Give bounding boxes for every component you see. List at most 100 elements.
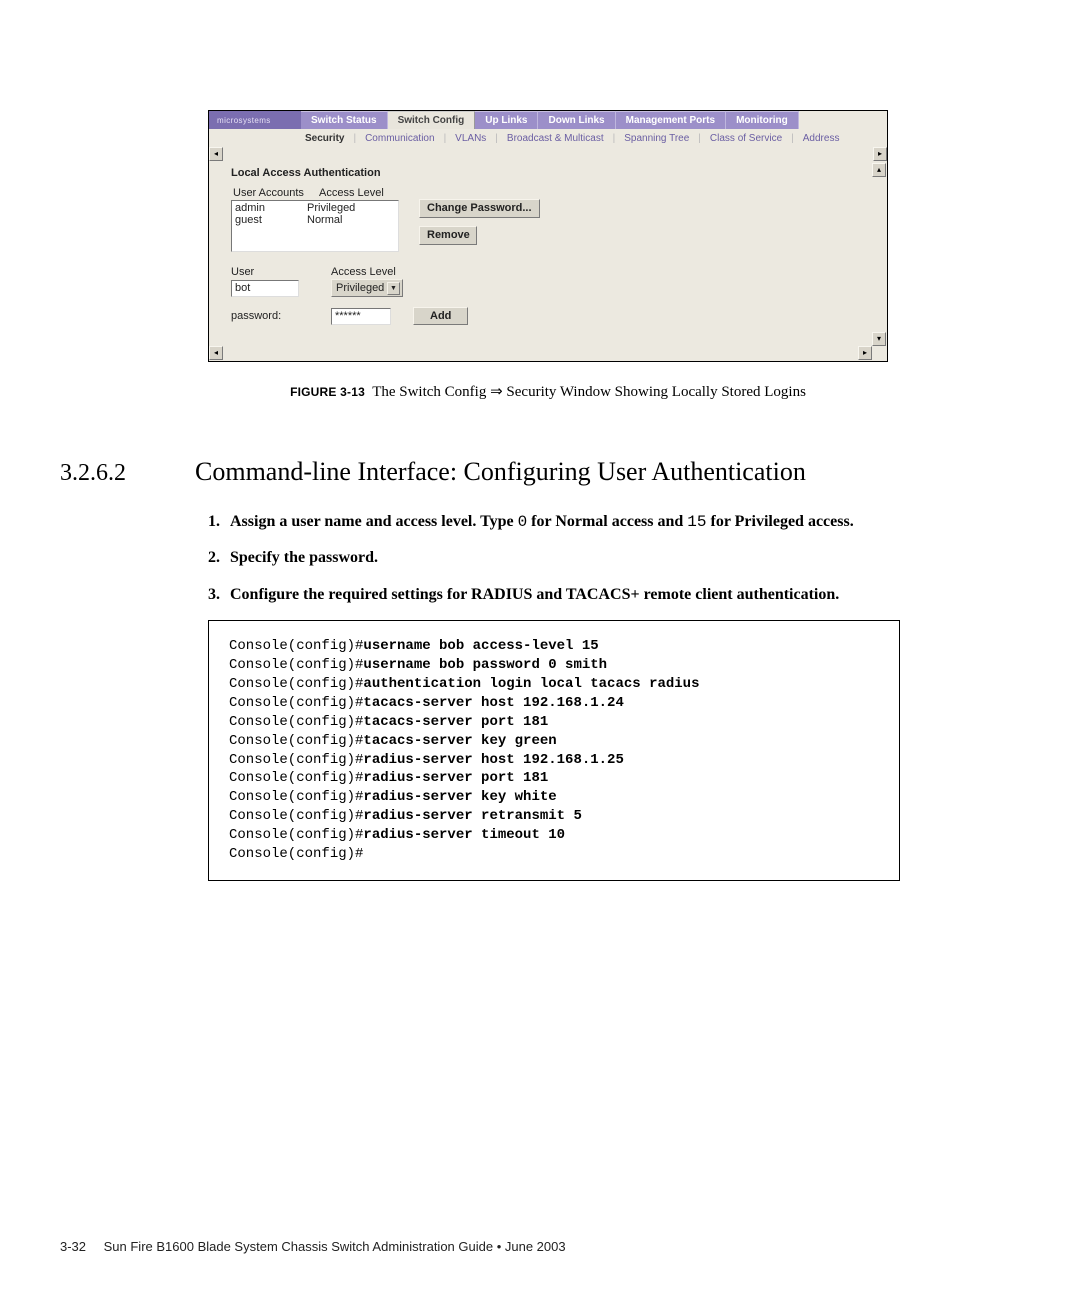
console-prompt: Console(config)# — [229, 846, 363, 862]
step-text: for Normal access and — [527, 513, 687, 530]
console-prompt: Console(config)# — [229, 733, 363, 749]
change-password-button[interactable]: Change Password... — [419, 199, 540, 218]
step-text: Specify the password. — [230, 547, 378, 569]
figure-caption-text: The Switch Config ⇒ Security Window Show… — [372, 384, 806, 400]
console-prompt: Console(config)# — [229, 770, 363, 786]
list-item-level: Normal — [307, 214, 342, 226]
password-label: password: — [231, 310, 325, 322]
ui-panel: microsystems Switch Status Switch Config… — [208, 110, 888, 362]
access-level-value: Privileged — [336, 282, 384, 294]
step-code: 15 — [687, 513, 706, 531]
subtab-address[interactable]: Address — [801, 133, 842, 144]
console-prompt: Console(config)# — [229, 827, 363, 843]
list-item[interactable]: admin Privileged — [235, 202, 395, 214]
tab-switch-config[interactable]: Switch Config — [388, 111, 476, 129]
subtab-spanning-tree[interactable]: Spanning Tree — [622, 133, 691, 144]
scroll-down-icon[interactable]: ▾ — [872, 332, 886, 346]
step-text: for Privileged access. — [707, 513, 854, 530]
header-user-accounts: User Accounts — [233, 187, 311, 199]
step-item: 1. Assign a user name and access level. … — [208, 511, 940, 533]
header-access-level: Access Level — [319, 187, 384, 199]
code-block: Console(config)#username bob access-leve… — [208, 620, 900, 881]
console-cmd: tacacs-server host 192.168.1.24 — [363, 695, 623, 711]
section-title: Local Access Authentication — [231, 167, 858, 179]
scroll-track[interactable] — [223, 147, 873, 161]
step-item: 3. Configure the required settings for R… — [208, 584, 940, 606]
scroll-up-icon[interactable]: ▴ — [872, 163, 886, 177]
user-input[interactable]: bot — [231, 280, 299, 297]
content-area: Local Access Authentication User Account… — [209, 163, 887, 346]
list-item-user: guest — [235, 214, 307, 226]
step-number: 2. — [208, 547, 230, 569]
subtabs-row: Security| Communication| VLANs| Broadcas… — [209, 129, 887, 147]
subtab-vlans[interactable]: VLANs — [453, 133, 488, 144]
console-prompt: Console(config)# — [229, 789, 363, 805]
tabs-row: Switch Status Switch Config Up Links Dow… — [301, 111, 887, 129]
console-cmd: radius-server port 181 — [363, 770, 548, 786]
console-cmd: radius-server key white — [363, 789, 556, 805]
console-prompt: Console(config)# — [229, 695, 363, 711]
console-prompt: Console(config)# — [229, 676, 363, 692]
accounts-listbox[interactable]: admin Privileged guest Normal — [231, 200, 399, 252]
footer-title: Sun Fire B1600 Blade System Chassis Swit… — [104, 1239, 566, 1254]
add-button[interactable]: Add — [413, 307, 468, 325]
access-level-select[interactable]: Privileged ▼ — [331, 279, 403, 297]
console-cmd: username bob password 0 smith — [363, 657, 607, 673]
step-text: Configure the required settings for RADI… — [230, 584, 839, 606]
tab-management-ports[interactable]: Management Ports — [616, 111, 726, 129]
list-item-level: Privileged — [307, 202, 355, 214]
steps-list: 1. Assign a user name and access level. … — [208, 511, 940, 606]
subtab-broadcast-multicast[interactable]: Broadcast & Multicast — [505, 133, 606, 144]
h-scrollbar-top[interactable]: ◂ ▸ — [209, 147, 887, 162]
scroll-left-icon[interactable]: ◂ — [209, 346, 223, 360]
console-cmd: authentication login local tacacs radius — [363, 676, 699, 692]
topbar: microsystems Switch Status Switch Config… — [209, 111, 887, 129]
subtab-class-of-service[interactable]: Class of Service — [708, 133, 784, 144]
section-title-text: Command-line Interface: Configuring User… — [195, 457, 806, 487]
figure-caption: FIGURE 3-13 The Switch Config ⇒ Security… — [208, 382, 888, 401]
scroll-left-icon[interactable]: ◂ — [209, 147, 223, 161]
page-footer: 3-32 Sun Fire B1600 Blade System Chassis… — [60, 1239, 566, 1254]
v-scrollbar[interactable]: ▴ ▾ — [872, 163, 887, 346]
list-item[interactable]: guest Normal — [235, 214, 395, 226]
step-item: 2. Specify the password. — [208, 547, 940, 569]
console-prompt: Console(config)# — [229, 714, 363, 730]
scroll-track-v[interactable] — [872, 177, 887, 332]
console-cmd: username bob access-level 15 — [363, 638, 598, 654]
brand-chip: microsystems — [209, 111, 301, 129]
tab-switch-status[interactable]: Switch Status — [301, 111, 388, 129]
console-prompt: Console(config)# — [229, 808, 363, 824]
tab-up-links[interactable]: Up Links — [475, 111, 538, 129]
password-input[interactable]: ****** — [331, 308, 391, 325]
section-number: 3.2.6.2 — [60, 460, 195, 487]
console-cmd: tacacs-server port 181 — [363, 714, 548, 730]
scroll-right-icon[interactable]: ▸ — [858, 346, 872, 360]
console-prompt: Console(config)# — [229, 638, 363, 654]
access-level-label: Access Level — [331, 266, 396, 278]
tab-down-links[interactable]: Down Links — [538, 111, 615, 129]
console-prompt: Console(config)# — [229, 752, 363, 768]
chevron-down-icon[interactable]: ▼ — [387, 282, 400, 295]
scroll-track[interactable] — [223, 346, 858, 360]
user-label: User — [231, 266, 325, 278]
listbox-headers: User Accounts Access Level — [233, 187, 858, 199]
subtab-security[interactable]: Security — [303, 133, 346, 144]
step-code: 0 — [518, 513, 528, 531]
step-text: Assign a user name and access level. Typ… — [230, 513, 518, 530]
list-item-user: admin — [235, 202, 307, 214]
console-cmd: tacacs-server key green — [363, 733, 556, 749]
figure-number: FIGURE 3-13 — [290, 385, 365, 399]
remove-button[interactable]: Remove — [419, 226, 477, 245]
console-cmd: radius-server timeout 10 — [363, 827, 565, 843]
console-cmd: radius-server host 192.168.1.25 — [363, 752, 623, 768]
figure-screenshot: microsystems Switch Status Switch Config… — [208, 110, 888, 401]
subtab-communication[interactable]: Communication — [363, 133, 436, 144]
console-prompt: Console(config)# — [229, 657, 363, 673]
section-heading: 3.2.6.2 Command-line Interface: Configur… — [60, 457, 1000, 487]
scroll-right-icon[interactable]: ▸ — [873, 147, 887, 161]
step-number: 3. — [208, 584, 230, 606]
page-number: 3-32 — [60, 1239, 100, 1254]
h-scrollbar-bottom[interactable]: ◂ ▸ — [209, 346, 872, 361]
tab-monitoring[interactable]: Monitoring — [726, 111, 799, 129]
step-number: 1. — [208, 511, 230, 533]
